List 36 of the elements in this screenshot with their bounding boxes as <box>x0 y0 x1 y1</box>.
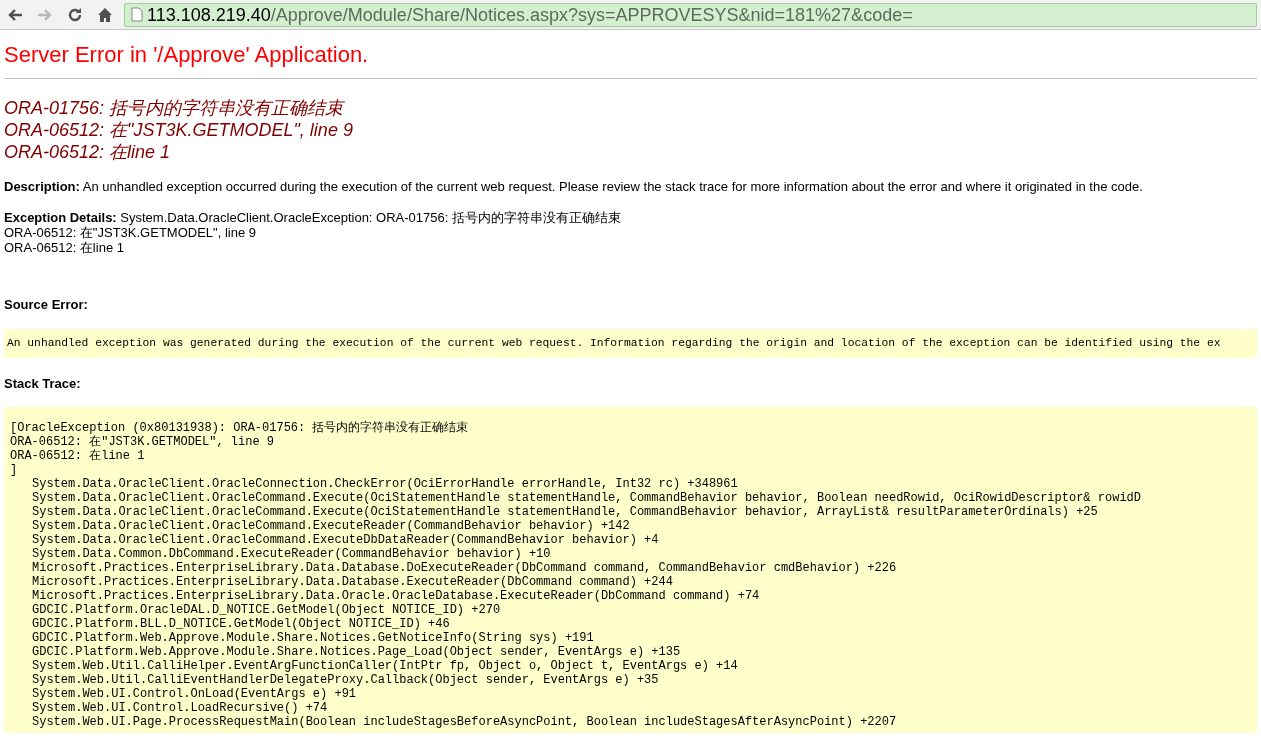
stack-frame-line: Microsoft.Practices.EnterpriseLibrary.Data.Database.ExecuteReader(DbCommand command) +244 <box>32 575 673 590</box>
stack-trace-heading: Stack Trace: <box>4 374 82 393</box>
error-message: ORA-01756: 括号内的字符串没有正确结束 <box>4 97 346 120</box>
stack-frame-line: System.Web.UI.Control.LoadRecursive() +74 <box>32 701 328 716</box>
description-text: Description: An unhandled exception occurred during the execution of the current web request. Please review the stack trace for more information about the error and where it originated in the code. <box>4 179 1144 195</box>
stack-message-line: ] <box>10 463 18 478</box>
source-error-text: An unhandled exception was generated during the execution of the current web request. Information regarding the origin and location of the exception can be identified using the ex <box>7 336 1221 349</box>
address-bar[interactable]: 113.108.219.40/Approve/Module/Share/Notices.aspx?sys=APPROVESYS&nid=181%27&code= <box>124 2 1257 27</box>
stack-frame-line: GDCIC.Platform.Web.Approve.Module.Share.Notices.GetNoticeInfo(String sys) +191 <box>32 631 594 646</box>
stack-frame-line: System.Web.UI.Control.OnLoad(EventArgs e) +91 <box>32 687 357 702</box>
stack-frame-line: GDCIC.Platform.OracleDAL.D_NOTICE.GetModel(Object NOTICE_ID) +270 <box>32 603 501 618</box>
stack-frame-line: System.Web.UI.Page.ProcessRequestMain(Boolean includeStagesBeforeAsyncPoint, Boolean includeStagesAfterAsyncPoint) +2207 <box>32 715 897 730</box>
exception-details-text: Exception Details: System.Data.OracleClient.OracleException: ORA-01756: 括号内的字符串没有正确结束 <box>4 210 622 226</box>
error-message: ORA-06512: 在"JST3K.GETMODEL", line 9 <box>4 119 354 142</box>
stack-frame-line: System.Data.Common.DbCommand.ExecuteReader(CommandBehavior behavior) +10 <box>32 547 551 562</box>
stack-frame-line: System.Data.OracleClient.OracleCommand.ExecuteDbDataReader(CommandBehavior behavior) +4 <box>32 533 659 548</box>
exception-detail-line: ORA-06512: 在line 1 <box>4 240 125 256</box>
stack-frame-line: Microsoft.Practices.EnterpriseLibrary.Data.Oracle.OracleDatabase.ExecuteReader(DbCommand command) +74 <box>32 589 760 604</box>
stack-frame-line: System.Web.Util.CalliEventHandlerDelegateProxy.Callback(Object sender, EventArgs e) +35 <box>32 673 659 688</box>
stack-frame-line: System.Data.OracleClient.OracleCommand.Execute(OciStatementHandle statementHandle, CommandBehavior behavior, Boolean needRowid, OciRowidDescriptor& rowidD <box>32 491 1141 506</box>
page-title: Server Error in '/Approve' Application. <box>4 42 370 69</box>
stack-frame-line: System.Data.OracleClient.OracleCommand.ExecuteReader(CommandBehavior behavior) +142 <box>32 519 630 534</box>
stack-frame-line: System.Data.OracleClient.OracleConnection.CheckError(OciErrorHandle errorHandle, Int32 rc) +348961 <box>32 477 738 492</box>
error-message: ORA-06512: 在line 1 <box>4 141 172 164</box>
exception-detail-line: ORA-06512: 在"JST3K.GETMODEL", line 9 <box>4 225 257 241</box>
stack-frame-line: System.Web.Util.CalliHelper.EventArgFunctionCaller(IntPtr fp, Object o, Object t, EventArgs e) +14 <box>32 659 738 674</box>
stack-message-line: ORA-06512: 在line 1 <box>10 449 145 464</box>
stack-frame-line: GDCIC.Platform.BLL.D_NOTICE.GetModel(Object NOTICE_ID) +46 <box>32 617 450 632</box>
home-icon <box>96 5 114 24</box>
page-icon <box>131 7 143 22</box>
stack-frame-line: System.Data.OracleClient.OracleCommand.Execute(OciStatementHandle statementHandle, CommandBehavior behavior, ArrayList& resultParameterOrdinals) +25 <box>32 505 1098 520</box>
stack-frame-line: GDCIC.Platform.Web.Approve.Module.Share.Notices.Page_Load(Object sender, EventArgs e) +135 <box>32 645 681 660</box>
source-error-heading: Source Error: <box>4 296 89 315</box>
stack-message-line: ORA-06512: 在"JST3K.GETMODEL", line 9 <box>10 435 275 450</box>
stack-message-line: [OracleException (0x80131938): ORA-01756: 括号内的字符串没有正确结束 <box>10 421 469 436</box>
stack-frame-line: Microsoft.Practices.EnterpriseLibrary.Data.Database.DoExecuteReader(DbCommand command, CommandBehavior cmdBehavior) +226 <box>32 561 897 576</box>
